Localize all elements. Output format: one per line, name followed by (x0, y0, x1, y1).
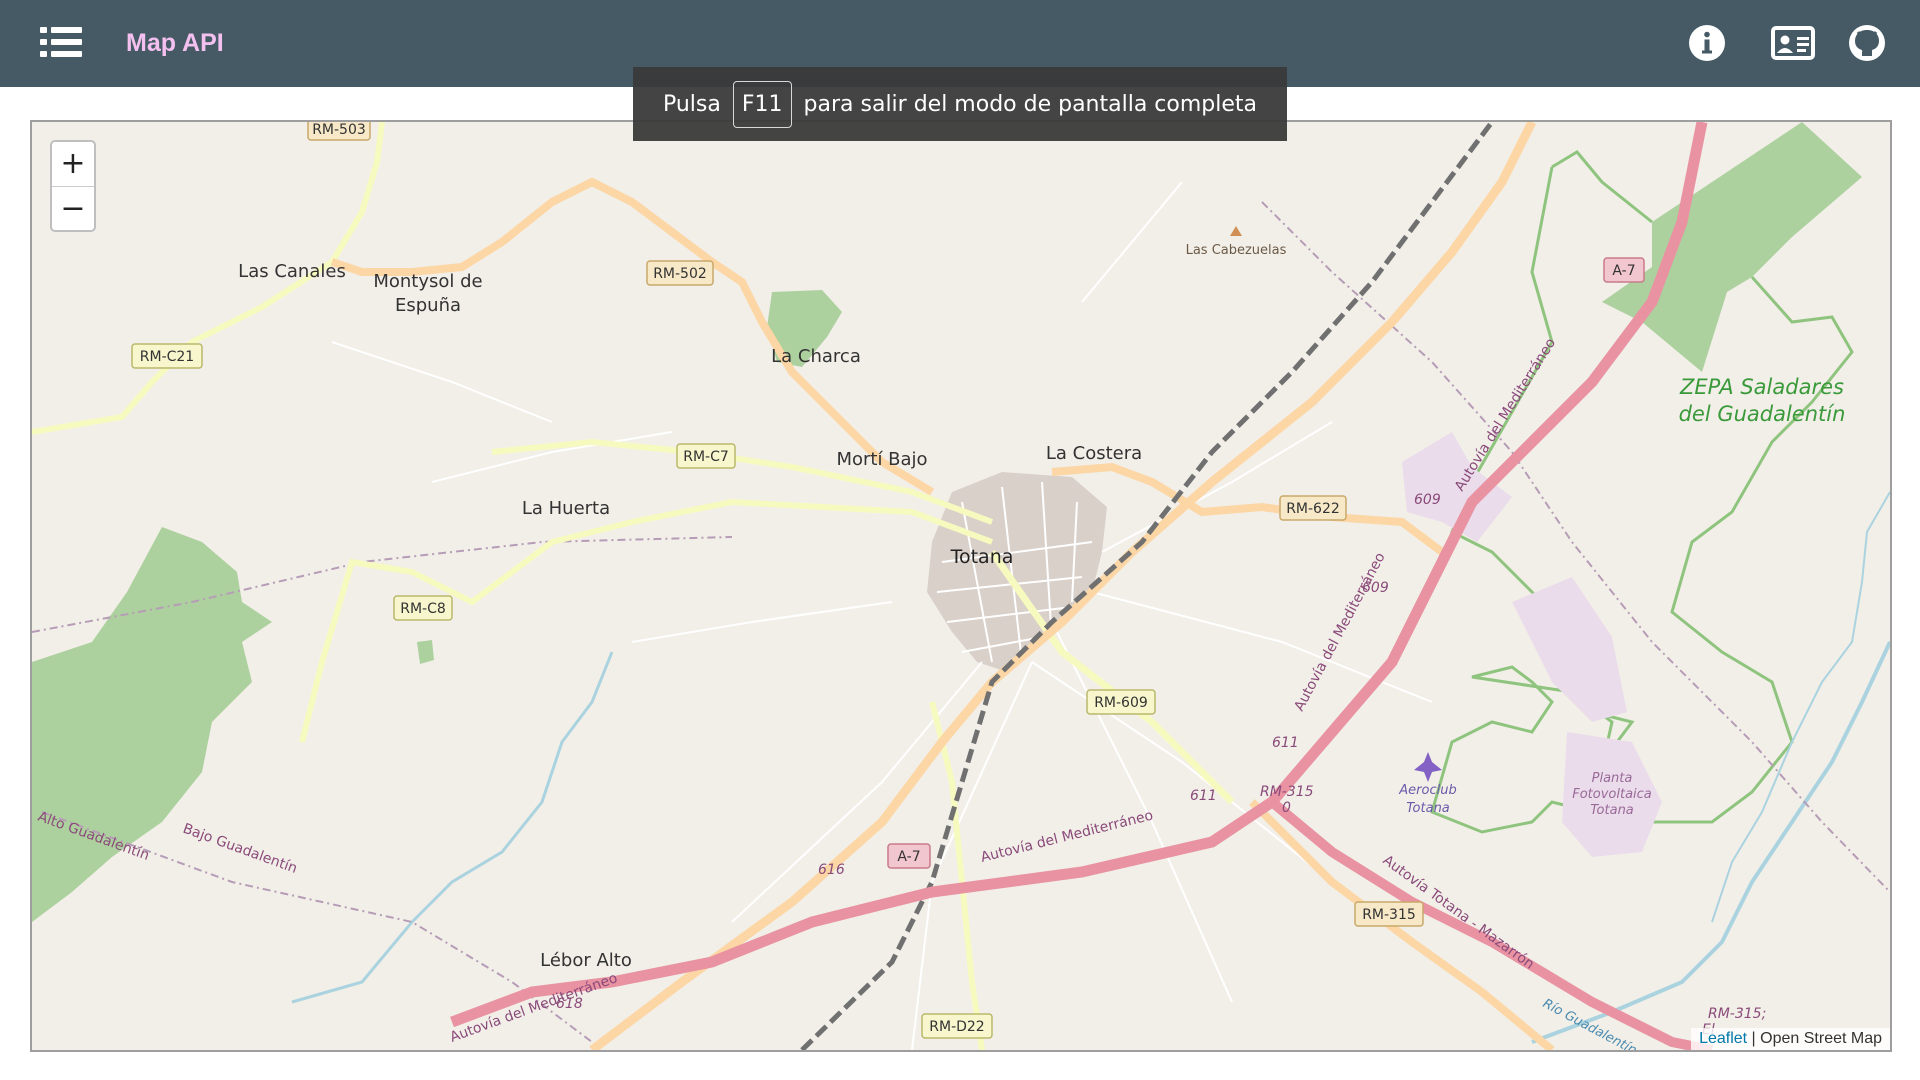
map-tiles[interactable]: Totana Las Canales Montysol de Espuña La… (32, 122, 1890, 1050)
place-las-cabezuelas: Las Cabezuelas (1186, 243, 1287, 258)
shield-rm-c21-text: RM-C21 (140, 349, 194, 365)
solar-plant-label-line1: Planta (1592, 771, 1633, 786)
km-611b: 611 (1190, 788, 1217, 804)
shield-rm-c8-text: RM-C8 (400, 601, 446, 617)
shield-rm-503-text: RM-503 (312, 122, 366, 138)
shield-rm-503: RM-503 (307, 122, 371, 141)
solar-plant-label-line3: Totana (1590, 803, 1634, 818)
contact-card-icon[interactable] (1770, 22, 1816, 64)
km-611a: 611 (1272, 735, 1299, 751)
place-montysol-line2: Espuña (395, 295, 461, 316)
fullscreen-exit-notice: Pulsa F11 para salir del modo de pantall… (633, 67, 1287, 141)
shield-rm-609-text: RM-609 (1094, 695, 1148, 711)
km-616: 616 (818, 862, 845, 878)
km-609b: 609 (1362, 580, 1389, 596)
airport-plane-icon (1414, 752, 1442, 782)
place-morti-bajo: Mortí Bajo (836, 449, 927, 470)
zepa-label-line2: del Guadalentín (1679, 402, 1846, 426)
solar-plant-label-line2: Fotovoltaica (1572, 787, 1652, 802)
shield-rm-502: RM-502 (646, 260, 714, 286)
shield-a7-top: A-7 (1603, 257, 1645, 283)
attribution-separator: | (1747, 1030, 1761, 1047)
osm-attribution: Open Street Map (1760, 1030, 1882, 1047)
minor-road-grid (331, 181, 1433, 1050)
notice-text-after: para salir del modo de pantalla completa (803, 91, 1258, 117)
f11-key-badge: F11 (732, 80, 792, 128)
road-label-rm315: RM-315 (1260, 784, 1314, 800)
shield-rm-622-text: RM-622 (1286, 501, 1340, 517)
road-label-autovia-4: Autovía del Mediterráneo (448, 970, 620, 1046)
road-label-rm315-km0: 0 (1282, 800, 1291, 816)
shield-rm-c7-text: RM-C7 (683, 449, 729, 465)
peak-marker-icon (1230, 226, 1242, 236)
road-rm-c8 (299, 498, 994, 743)
shield-a7-bottom: A-7 (887, 843, 931, 869)
shield-rm-c8: RM-C8 (393, 595, 453, 621)
forest-area-west (32, 527, 272, 922)
shield-rm-c21: RM-C21 (131, 343, 203, 369)
shield-rm-d22-text: RM-D22 (929, 1019, 984, 1035)
shield-rm-315: RM-315 (1354, 901, 1424, 927)
shield-a7-top-text: A-7 (1612, 263, 1635, 279)
shield-rm-622: RM-622 (1279, 495, 1347, 521)
list-menu-icon[interactable] (38, 24, 84, 60)
road-rm-622 (1051, 462, 1445, 556)
shield-rm-609: RM-609 (1086, 689, 1156, 715)
aeroclub-label-line2: Totana (1406, 801, 1450, 816)
region-bajo-guadalentin: Bajo Guadalentín (181, 821, 300, 877)
place-lebor-alto: Lébor Alto (540, 950, 632, 971)
place-la-charca: La Charca (771, 346, 861, 367)
zepa-label-line1: ZEPA Saladares (1679, 375, 1844, 399)
water-stream-east (1711, 491, 1890, 923)
leaflet-link[interactable]: Leaflet (1699, 1030, 1747, 1047)
shield-rm-502-text: RM-502 (653, 266, 707, 282)
notice-text-before: Pulsa (662, 91, 721, 117)
road-rm-d22 (929, 701, 985, 1050)
zepa-area (1602, 122, 1862, 372)
shield-rm-d22: RM-D22 (921, 1013, 993, 1039)
map-view[interactable]: Totana Las Canales Montysol de Espuña La… (30, 120, 1892, 1052)
zoom-control: + − (50, 140, 96, 232)
zoom-out-button[interactable]: − (52, 187, 94, 230)
aeroclub-label-line1: Aeroclub (1398, 783, 1456, 798)
place-la-costera: La Costera (1046, 443, 1142, 464)
shield-a7-bottom-text: A-7 (897, 849, 920, 865)
place-la-huerta: La Huerta (522, 498, 610, 519)
github-icon[interactable] (1846, 22, 1888, 64)
green-patch-small (417, 640, 434, 664)
place-totana: Totana (950, 546, 1014, 568)
shield-rm-315-text: RM-315 (1362, 907, 1416, 923)
road-label-rm315-el-line1: RM-315; (1708, 1006, 1766, 1022)
place-las-canales: Las Canales (238, 261, 346, 282)
km-609a: 609 (1414, 492, 1441, 508)
zoom-in-button[interactable]: + (52, 142, 94, 187)
app-title[interactable]: Map API (126, 29, 224, 58)
info-circle-icon[interactable] (1686, 22, 1728, 64)
km-618: 618 (556, 996, 583, 1012)
place-montysol-line1: Montysol de (373, 271, 482, 292)
industrial-area-south (1512, 577, 1627, 722)
shield-rm-c7: RM-C7 (676, 443, 736, 469)
map-attribution: Leaflet | Open Street Map (1691, 1028, 1890, 1050)
